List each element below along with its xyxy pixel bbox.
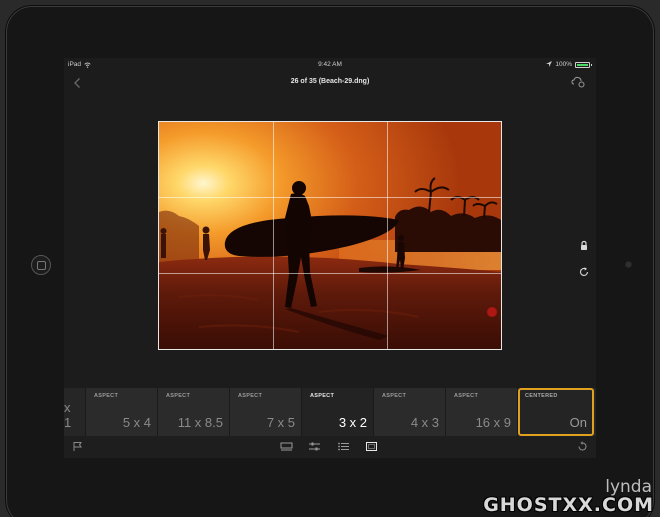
home-button[interactable] bbox=[31, 255, 51, 275]
aspect-category-label: ASPECT bbox=[94, 393, 119, 399]
aspect-option[interactable]: ASPECT 7 x 5 bbox=[230, 388, 302, 436]
aspect-value-label: 11 x 8.5 bbox=[177, 415, 223, 430]
crop-grid-line bbox=[273, 122, 274, 349]
aspect-value-label: 5 x 4 bbox=[122, 415, 151, 430]
status-bar: iPad 9:42 AM 100% bbox=[64, 58, 596, 72]
flag-icon[interactable] bbox=[72, 441, 85, 452]
crop-grid-line bbox=[387, 122, 388, 349]
crop-grid-line bbox=[159, 197, 501, 198]
aspect-category-label: ASPECT bbox=[382, 393, 407, 399]
aspect-category-label: CENTERED bbox=[525, 393, 558, 399]
rotate-icon[interactable] bbox=[578, 266, 590, 278]
aspect-option[interactable]: ASPECT 11 x 8.5 bbox=[158, 388, 230, 436]
front-camera bbox=[625, 261, 632, 268]
aspect-value-label: x 1 bbox=[64, 400, 72, 430]
nav-bar: 26 of 35 (Beach-29.dng) bbox=[64, 72, 596, 94]
undo-icon[interactable] bbox=[576, 441, 589, 452]
status-time: 9:42 AM bbox=[318, 61, 342, 68]
centered-toggle[interactable]: CENTERED On bbox=[518, 388, 594, 436]
photo-title: 26 of 35 (Beach-29.dng) bbox=[290, 78, 370, 85]
beach-photo bbox=[159, 122, 501, 349]
cloud-sync-icon[interactable] bbox=[571, 76, 585, 88]
battery-icon bbox=[575, 61, 592, 68]
lock-icon[interactable] bbox=[578, 240, 590, 252]
aspect-ratio-selector: x 1 ASPECT 5 x 4 ASPECT 11 x 8.5 ASPECT 7 x 5A… bbox=[64, 388, 596, 436]
bottom-toolbar bbox=[64, 436, 596, 458]
crop-photo[interactable] bbox=[158, 121, 502, 350]
app-screen: iPad 9:42 AM 100% 26 of 35 (Beach-29.dng… bbox=[64, 58, 596, 458]
watermark-site: GHOSTXX.COM bbox=[483, 494, 654, 516]
aspect-option[interactable]: ASPECT 3 x 2 bbox=[302, 388, 374, 436]
location-icon bbox=[546, 61, 553, 67]
adjust-sliders-icon[interactable] bbox=[308, 441, 321, 452]
crop-icon[interactable] bbox=[365, 441, 378, 452]
aspect-value-label: 3 x 2 bbox=[338, 415, 367, 430]
aspect-option[interactable]: ASPECT 5 x 4 bbox=[86, 388, 158, 436]
aspect-category-label: ASPECT bbox=[238, 393, 263, 399]
aspect-category-label: ASPECT bbox=[310, 393, 335, 399]
aspect-option[interactable]: ASPECT 4 x 3 bbox=[374, 388, 446, 436]
list-icon[interactable] bbox=[337, 441, 350, 452]
aspect-value-label: 16 x 9 bbox=[475, 415, 511, 430]
battery-percent: 100% bbox=[555, 61, 572, 68]
crop-grid-line bbox=[159, 273, 501, 274]
filmstrip-icon[interactable] bbox=[280, 441, 293, 452]
aspect-option[interactable]: ASPECT 16 x 9 bbox=[446, 388, 518, 436]
aspect-category-label: ASPECT bbox=[454, 393, 479, 399]
aspect-option[interactable]: x 1 bbox=[64, 388, 86, 436]
aspect-value-label: 4 x 3 bbox=[410, 415, 439, 430]
aspect-value-label: 7 x 5 bbox=[266, 415, 295, 430]
aspect-value-label: On bbox=[569, 415, 587, 430]
aspect-category-label: ASPECT bbox=[166, 393, 191, 399]
